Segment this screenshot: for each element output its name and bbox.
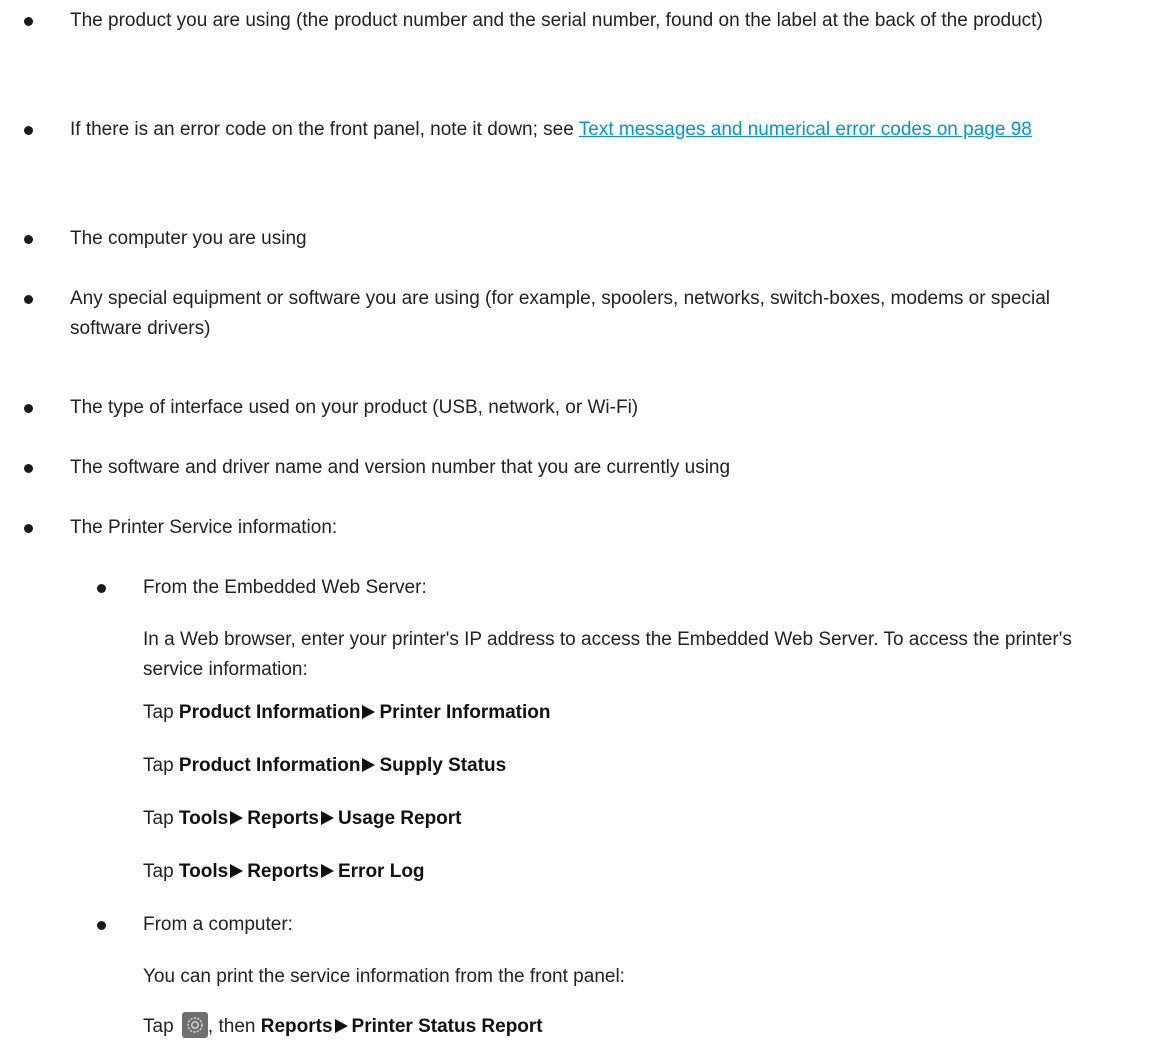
tap-label: Tap bbox=[143, 755, 174, 776]
arrow-right-icon bbox=[362, 758, 376, 772]
settings-gear-icon bbox=[181, 1012, 208, 1038]
tap-label: Tap bbox=[143, 702, 174, 723]
list-item: The Printer Service information: bbox=[24, 513, 1100, 543]
list-item: The type of interface used on your produ… bbox=[24, 393, 1100, 423]
computer-step: Tap , then Reports Printer Status Report bbox=[143, 1012, 1103, 1042]
menu-path-item: Reports bbox=[260, 1016, 333, 1037]
list-item: If there is an error code on the front p… bbox=[24, 115, 1100, 145]
list-item-text: The software and driver name and version… bbox=[70, 457, 731, 478]
menu-path-item: Printer Status Report bbox=[351, 1016, 543, 1037]
tap-label: Tap bbox=[143, 808, 174, 829]
menu-path-item: Reports bbox=[247, 861, 319, 882]
list-item: The product you are using (the product n… bbox=[24, 6, 1100, 36]
list-item-text: If there is an error code on the front p… bbox=[70, 115, 1100, 145]
ews-step: Tap Tools Reports Usage Report bbox=[143, 804, 1103, 834]
bullet-icon bbox=[24, 524, 33, 533]
error-codes-link[interactable]: Text messages and numerical error codes … bbox=[579, 119, 1032, 140]
sub-list-item-title: From a computer: bbox=[143, 914, 293, 935]
arrow-right-icon bbox=[362, 705, 376, 719]
arrow-right-icon bbox=[320, 811, 334, 825]
list-item: Any special equipment or software you ar… bbox=[24, 284, 1100, 344]
bullet-icon bbox=[24, 464, 33, 473]
arrow-right-icon bbox=[334, 1019, 348, 1033]
menu-path-item: Tools bbox=[178, 808, 229, 829]
arrow-right-icon bbox=[320, 864, 334, 878]
bullet-icon bbox=[24, 235, 33, 244]
ews-intro: In a Web browser, enter your printer's I… bbox=[143, 629, 1072, 680]
bullet-icon bbox=[24, 295, 33, 304]
ews-step: Tap Tools Reports Error Log bbox=[143, 857, 1103, 887]
list-item: The computer you are using bbox=[24, 224, 1100, 254]
sub-list-item-computer: From a computer: bbox=[97, 910, 1103, 940]
list-item-text: The product you are using (the product n… bbox=[70, 10, 1043, 31]
bullet-icon bbox=[24, 17, 33, 26]
sub-list-item-ews: From the Embedded Web Server: bbox=[97, 573, 1103, 603]
ews-step: Tap Product Information Printer Informati… bbox=[143, 698, 1103, 728]
menu-path-item: Supply Status bbox=[379, 755, 507, 776]
list-item-text: The type of interface used on your produ… bbox=[70, 397, 639, 418]
menu-path-item: Error Log bbox=[337, 861, 425, 882]
bullet-icon bbox=[97, 584, 106, 593]
list-item-text: The Printer Service information: bbox=[70, 517, 338, 538]
bullet-icon bbox=[97, 921, 106, 930]
then-label: , then bbox=[207, 1016, 256, 1037]
sub-list-item-title: From the Embedded Web Server: bbox=[143, 577, 427, 598]
ews-step: Tap Product Information Supply Status bbox=[143, 751, 1103, 781]
computer-intro: You can print the service information fr… bbox=[143, 966, 625, 987]
menu-path-item: Tools bbox=[178, 861, 229, 882]
list-item-text: The computer you are using bbox=[70, 228, 307, 249]
bullet-icon bbox=[24, 126, 33, 135]
tap-label: Tap bbox=[143, 1016, 174, 1037]
arrow-right-icon bbox=[230, 864, 244, 878]
document-page: The product you are using (the product n… bbox=[0, 0, 1152, 1049]
arrow-right-icon bbox=[230, 811, 244, 825]
menu-path-item: Product Information bbox=[178, 755, 361, 776]
list-item-text: Any special equipment or software you ar… bbox=[70, 288, 1050, 339]
menu-path-item: Reports bbox=[247, 808, 319, 829]
list-item-prefix: If there is an error code on the front p… bbox=[70, 119, 579, 140]
bullet-icon bbox=[24, 404, 33, 413]
list-item: The software and driver name and version… bbox=[24, 453, 1100, 483]
menu-path-item: Usage Report bbox=[337, 808, 462, 829]
menu-path-item: Printer Information bbox=[379, 702, 551, 723]
tap-label: Tap bbox=[143, 861, 174, 882]
menu-path-item: Product Information bbox=[178, 702, 361, 723]
